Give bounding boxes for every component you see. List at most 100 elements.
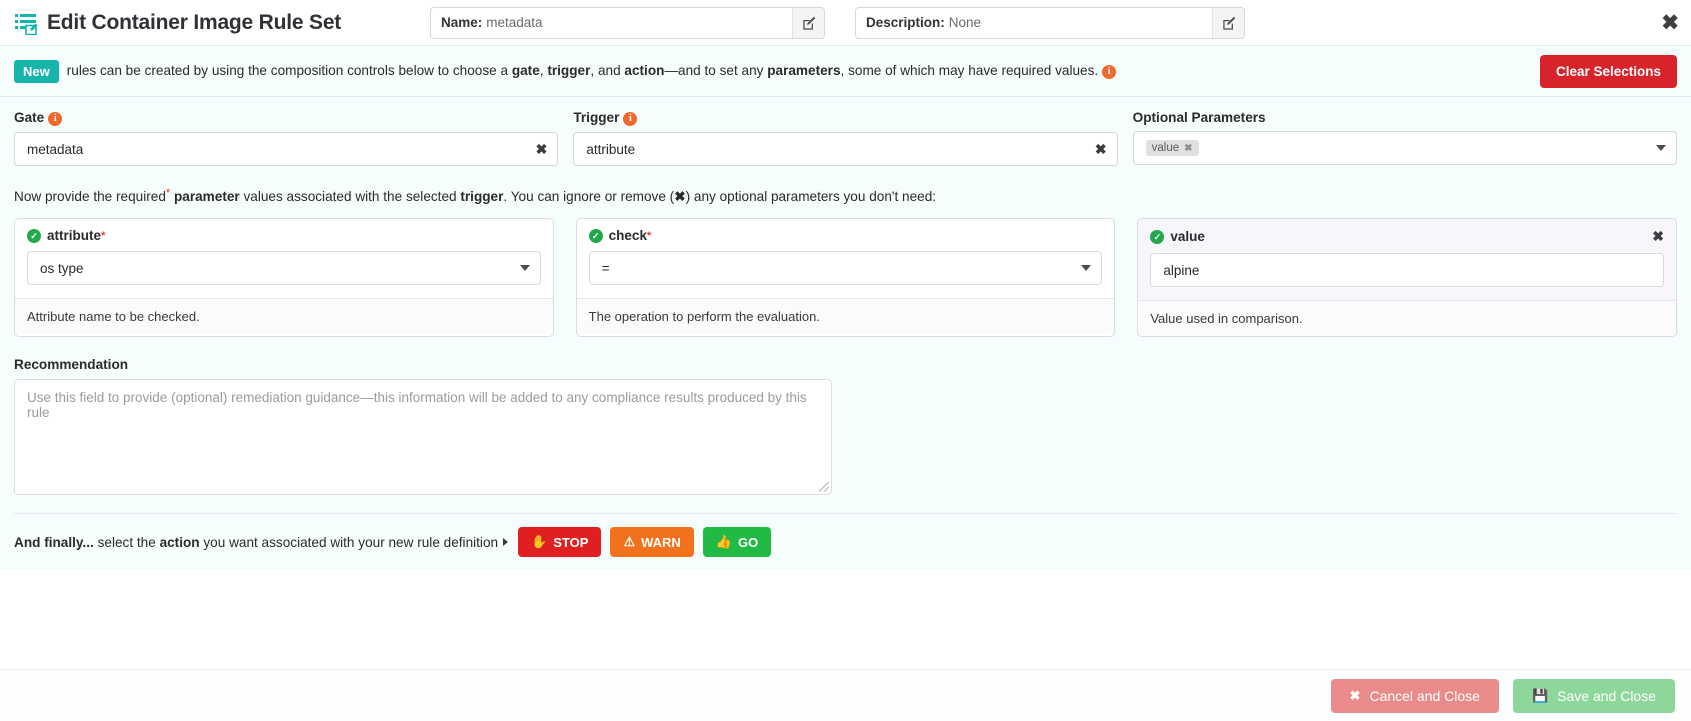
- pencil-square-icon: [1222, 16, 1236, 30]
- optional-parameter-tag-remove-icon[interactable]: ✖: [1184, 143, 1192, 154]
- gate-label-text: Gate: [14, 110, 44, 125]
- gate-label: Gatei: [14, 110, 558, 126]
- info-icon[interactable]: i: [623, 112, 637, 126]
- name-field[interactable]: Name: metadata: [430, 7, 825, 39]
- save-and-close-label: Save and Close: [1557, 688, 1656, 704]
- banner-bold-parameters: parameters: [767, 63, 840, 78]
- floppy-disk-icon: 💾: [1532, 688, 1548, 704]
- parameter-description: Attribute name to be checked.: [15, 298, 553, 334]
- action-go-button[interactable]: 👍 GO: [703, 527, 771, 557]
- chevron-down-icon[interactable]: [1081, 265, 1091, 271]
- trigger-value: attribute: [586, 142, 635, 157]
- instruction-remove-icon: ✖: [674, 189, 685, 204]
- cancel-and-close-label: Cancel and Close: [1369, 688, 1480, 704]
- parameter-card-value: ✓ value ✖ alpine Value used in compariso…: [1137, 218, 1677, 337]
- parameter-card-header: ✓ value ✖: [1138, 219, 1676, 245]
- banner-text-4: —and to set any: [664, 63, 767, 78]
- save-and-close-button[interactable]: 💾 Save and Close: [1513, 679, 1675, 713]
- action-bold-action: action: [160, 535, 200, 550]
- optional-parameters-column: Optional Parameters value ✖: [1133, 110, 1677, 166]
- action-instruction: And finally... select the action you wan…: [14, 535, 498, 550]
- instruction-part-5: ) any optional parameters you don't need…: [686, 189, 936, 204]
- remove-parameter-icon[interactable]: ✖: [1652, 228, 1664, 245]
- name-field-label: Name:: [431, 15, 482, 30]
- check-value: =: [602, 261, 610, 276]
- action-stop-label: STOP: [553, 535, 588, 550]
- chevron-down-icon[interactable]: [520, 265, 530, 271]
- composition-row: Gatei metadata ✖ Triggeri attribute ✖ Op…: [14, 97, 1677, 166]
- page-title: Edit Container Image Rule Set: [47, 11, 341, 35]
- banner-bold-gate: gate: [512, 63, 540, 78]
- parameter-name: check: [609, 228, 647, 243]
- instruction-part-1: Now provide the required: [14, 189, 166, 204]
- instruction-part-4: . You can ignore or remove (: [503, 189, 674, 204]
- action-text-1: select the: [94, 535, 160, 550]
- action-stop-button[interactable]: ✋ STOP: [518, 527, 601, 557]
- parameter-card-body: os type: [15, 243, 553, 298]
- main-content: Gatei metadata ✖ Triggeri attribute ✖ Op…: [0, 97, 1691, 570]
- trigger-label-text: Trigger: [573, 110, 619, 125]
- footer-bar: ✖ Cancel and Close 💾 Save and Close: [0, 669, 1691, 721]
- optional-parameters-label: Optional Parameters: [1133, 110, 1677, 125]
- title-bar: Edit Container Image Rule Set Name: meta…: [0, 0, 1691, 45]
- list-edit-icon: [14, 11, 38, 35]
- close-icon[interactable]: ✖: [1661, 12, 1679, 33]
- check-circle-icon: ✓: [1150, 230, 1164, 244]
- gate-column: Gatei metadata ✖: [14, 110, 558, 166]
- optional-parameters-select[interactable]: value ✖: [1133, 131, 1677, 165]
- banner-text-3: , and: [590, 63, 624, 78]
- parameter-instruction: Now provide the required* parameter valu…: [14, 166, 1677, 218]
- banner-text-1: rules can be created by using the compos…: [67, 63, 512, 78]
- cancel-and-close-button[interactable]: ✖ Cancel and Close: [1331, 679, 1499, 713]
- banner-bold-action: action: [624, 63, 664, 78]
- trigger-select[interactable]: attribute ✖: [573, 132, 1117, 166]
- check-circle-icon: ✓: [27, 229, 41, 243]
- gate-select[interactable]: metadata ✖: [14, 132, 558, 166]
- recommendation-placeholder: Use this field to provide (optional) rem…: [27, 390, 807, 420]
- required-star: *: [101, 230, 105, 242]
- action-warn-button[interactable]: ⚠ WARN: [610, 527, 693, 557]
- recommendation-textarea[interactable]: Use this field to provide (optional) rem…: [14, 379, 832, 495]
- check-circle-icon: ✓: [589, 229, 603, 243]
- parameter-description: The operation to perform the evaluation.: [577, 298, 1115, 334]
- trigger-label: Trigger i: [573, 110, 1117, 126]
- value-input-text: alpine: [1163, 263, 1199, 278]
- info-icon[interactable]: i: [48, 112, 62, 126]
- banner-text-5: , some of which may have required values…: [841, 63, 1099, 78]
- parameter-card-attribute: ✓ attribute * os type Attribute name to …: [14, 218, 554, 337]
- info-icon[interactable]: i: [1102, 65, 1116, 79]
- trigger-clear-icon[interactable]: ✖: [1095, 141, 1107, 158]
- description-field-value: None: [945, 15, 981, 30]
- resize-handle-icon[interactable]: [819, 482, 829, 492]
- action-text-2: you want associated with your new rule d…: [200, 535, 498, 550]
- thumbs-up-icon: 👍: [716, 534, 732, 550]
- parameter-card-body: alpine: [1138, 245, 1676, 300]
- info-banner: New rules can be created by using the co…: [0, 45, 1691, 97]
- parameter-description: Value used in comparison.: [1138, 300, 1676, 336]
- attribute-select[interactable]: os type: [27, 251, 541, 285]
- banner-text: rules can be created by using the compos…: [67, 63, 1116, 79]
- optional-parameter-tag-label: value: [1152, 142, 1180, 154]
- instruction-bold-trigger: trigger: [460, 189, 503, 204]
- gate-clear-icon[interactable]: ✖: [536, 141, 548, 158]
- clear-selections-button[interactable]: Clear Selections: [1540, 55, 1677, 88]
- value-input[interactable]: alpine: [1150, 253, 1664, 287]
- warning-triangle-icon: ⚠: [623, 534, 635, 550]
- instruction-part-3: values associated with the selected: [240, 189, 461, 204]
- description-field-label: Description:: [856, 15, 945, 30]
- description-edit-button[interactable]: [1212, 8, 1244, 38]
- parameter-card-header: ✓ check *: [577, 219, 1115, 243]
- chevron-down-icon[interactable]: [1656, 145, 1666, 151]
- check-select[interactable]: =: [589, 251, 1103, 285]
- pencil-square-icon: [802, 16, 816, 30]
- parameter-cards: ✓ attribute * os type Attribute name to …: [14, 218, 1677, 337]
- parameter-card-check: ✓ check * = The operation to perform the…: [576, 218, 1116, 337]
- optional-parameter-tag[interactable]: value ✖: [1146, 140, 1199, 156]
- parameter-card-body: =: [577, 243, 1115, 298]
- name-edit-button[interactable]: [792, 8, 824, 38]
- description-field[interactable]: Description: None: [855, 7, 1245, 39]
- action-bold-prefix: And finally...: [14, 535, 94, 550]
- attribute-value: os type: [40, 261, 84, 276]
- parameter-card-header: ✓ attribute *: [15, 219, 553, 243]
- caret-right-icon: [503, 538, 508, 546]
